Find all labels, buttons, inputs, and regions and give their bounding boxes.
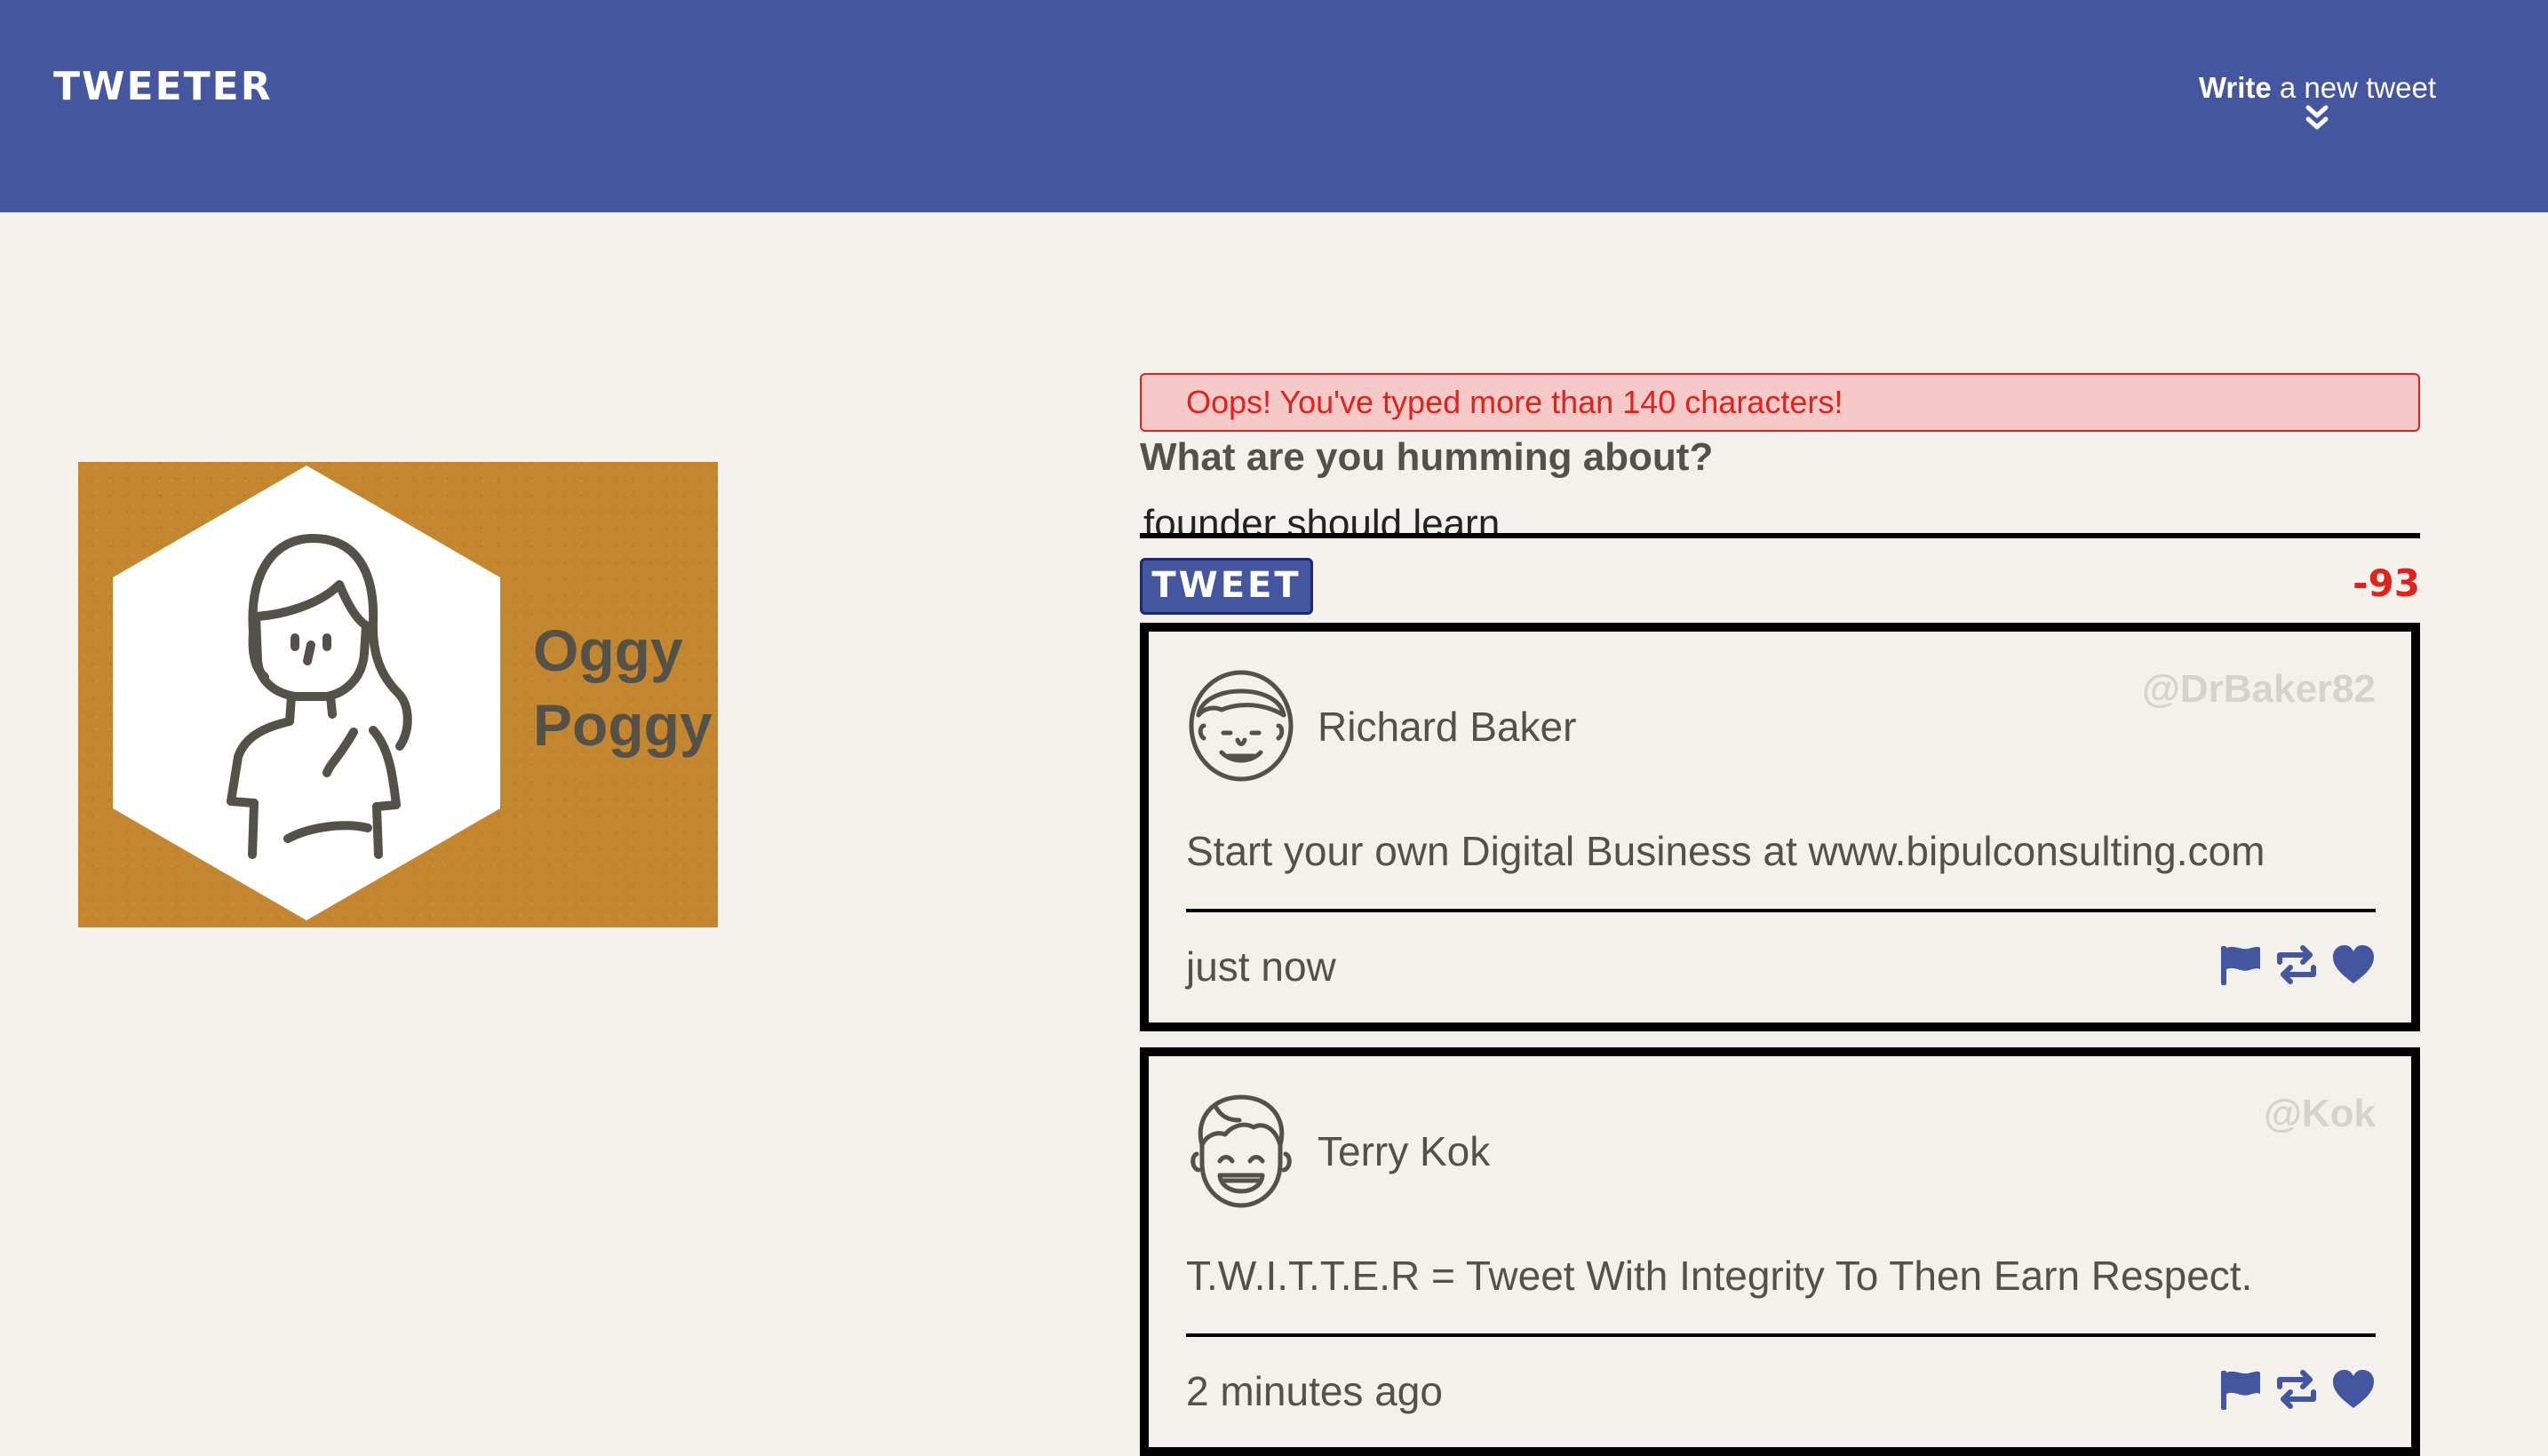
heart-icon[interactable] (2331, 1367, 2376, 1412)
profile-first-name: Oggy (533, 617, 683, 683)
tweet-card: Richard Baker @DrBaker82 Start your own … (1140, 623, 2420, 1031)
tweet-actions (2218, 1367, 2376, 1412)
profile-name: Oggy Poggy (533, 613, 713, 762)
retweet-icon[interactable] (2271, 1367, 2322, 1412)
tweet-divider (1186, 909, 2376, 912)
profile-last-name: Poggy (533, 692, 713, 758)
tweet-textarea-value: founder should learn (1143, 502, 1501, 538)
profile-card: Oggy Poggy (78, 462, 718, 927)
char-counter: -93 (2353, 561, 2420, 605)
heart-icon[interactable] (2331, 943, 2376, 987)
profile-avatar (113, 465, 500, 920)
compose-toggle-label-rest: a new tweet (2271, 71, 2436, 104)
flag-icon[interactable] (2218, 1367, 2262, 1412)
brand-logo[interactable]: TWEETER (53, 64, 273, 109)
tweet-author: Richard Baker (1318, 704, 1577, 750)
tweet-time: 2 minutes ago (1186, 1368, 1443, 1414)
tweet-author: Terry Kok (1318, 1128, 1491, 1174)
laughing-boy-avatar (1190, 1094, 1292, 1208)
smiling-man-avatar (1189, 670, 1294, 782)
tweet-textarea[interactable]: founder should learn (1140, 483, 2420, 538)
tweet-handle: @DrBaker82 (2141, 667, 2376, 711)
compose-label: What are you humming about? (1140, 435, 1714, 479)
tweet-text: T.W.I.T.T.E.R = Tweet With Integrity To … (1186, 1253, 2253, 1299)
top-nav: TWEETER Write a new tweet (0, 0, 2548, 212)
compose-section: Oops! You've typed more than 140 charact… (1140, 373, 2420, 620)
tweet-time: just now (1186, 943, 1336, 990)
tweet-submit-button[interactable]: TWEET (1140, 558, 1313, 615)
tweet-handle: @Kok (2263, 1092, 2376, 1135)
compose-actions: TWEET -93 (1140, 558, 2420, 620)
tweet-divider (1186, 1333, 2376, 1337)
compose-toggle-label: Write a new tweet (2199, 71, 2436, 105)
tweet-card: Terry Kok @Kok T.W.I.T.T.E.R = Tweet Wit… (1140, 1047, 2420, 1456)
retweet-icon[interactable] (2271, 943, 2322, 987)
compose-toggle-label-bold: Write (2198, 71, 2272, 104)
flag-icon[interactable] (2218, 943, 2262, 987)
error-message: Oops! You've typed more than 140 charact… (1140, 373, 2420, 432)
tweet-text: Start your own Digital Business at www.b… (1186, 828, 2265, 874)
tweet-actions (2218, 943, 2376, 987)
compose-toggle-button[interactable]: Write a new tweet (2199, 71, 2436, 131)
double-chevron-down-icon (2305, 105, 2329, 130)
